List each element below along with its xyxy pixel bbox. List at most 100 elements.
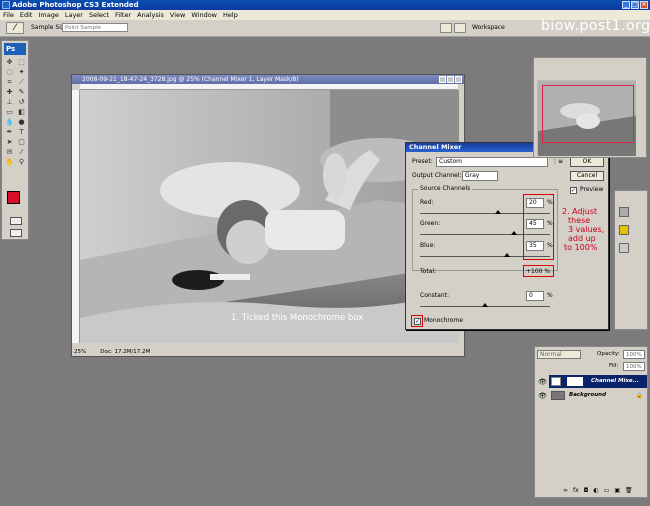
mask-icon[interactable]: ◘ (584, 487, 589, 494)
green-label: Green: (420, 220, 441, 227)
crop-tool-icon[interactable]: ⌗ (4, 78, 15, 87)
adjust-line-4: add up (568, 234, 596, 243)
red-label: Red: (420, 199, 434, 206)
swatch-gray-icon[interactable] (619, 207, 629, 217)
group-icon[interactable]: ▭ (604, 487, 610, 494)
ok-button[interactable]: OK (570, 157, 604, 167)
document-title: 2008-09-21_18-47-24_3728.jpg @ 25% (Chan… (82, 76, 299, 83)
menu-edit[interactable]: Edit (20, 10, 33, 20)
path-select-icon[interactable]: ➤ (4, 138, 15, 147)
opacity-input[interactable]: 100% (623, 350, 645, 359)
history-brush-icon[interactable]: ↺ (16, 98, 27, 107)
shape-tool-icon[interactable]: ▢ (16, 138, 27, 147)
layer-background[interactable]: Background 🔒 (549, 389, 647, 402)
preview-label: Preview (580, 186, 604, 193)
doc-maximize-button[interactable] (447, 76, 454, 83)
visibility-eye-icon[interactable]: 👁 (538, 392, 547, 400)
menu-file[interactable]: File (3, 10, 14, 20)
navigator-view-rect[interactable] (542, 85, 634, 143)
zoom-tool-icon[interactable]: ⚲ (16, 158, 27, 167)
brush-tool-icon[interactable]: ✎ (16, 88, 27, 97)
trash-icon[interactable]: 🗑 (625, 487, 633, 494)
adjust-line-5: to 100% (564, 243, 598, 252)
adjustment-layer-icon (551, 377, 561, 386)
bridge-icon[interactable] (454, 23, 466, 33)
hand-tool-icon[interactable]: ✋ (4, 158, 15, 167)
minimize-button[interactable]: _ (622, 1, 630, 9)
constant-input[interactable]: 0 (526, 291, 544, 301)
menu-window[interactable]: Window (191, 10, 217, 20)
new-layer-icon[interactable]: ▣ (614, 487, 620, 494)
menu-analysis[interactable]: Analysis (137, 10, 164, 20)
zoom-field[interactable]: 25% (74, 348, 86, 356)
maximize-button[interactable]: □ (631, 1, 639, 9)
dialog-title: Channel Mixer (409, 143, 462, 151)
opacity-label: Opacity: (597, 351, 620, 357)
slice-tool-icon[interactable]: ⟋ (16, 78, 27, 87)
menu-filter[interactable]: Filter (115, 10, 131, 20)
layers-panel: Normal Opacity: 100% Fill: 100% 👁 Channe… (534, 346, 648, 498)
blend-mode-select[interactable]: Normal (537, 350, 581, 359)
red-slider-thumb[interactable] (495, 210, 501, 214)
foreground-color-swatch[interactable] (7, 191, 20, 204)
watermark: biow.post1.org (541, 18, 650, 34)
layer-channel-mixer[interactable]: Channel Mixe... (549, 375, 647, 388)
menu-image[interactable]: Image (38, 10, 58, 20)
eyedropper-tool-icon[interactable]: ⁄ (16, 148, 27, 157)
source-channels-label: Source Channels (418, 185, 473, 193)
constant-label: Constant: (420, 292, 449, 299)
preset-select[interactable]: Custom (436, 157, 548, 167)
blue-slider-thumb[interactable] (504, 253, 511, 257)
menu-view[interactable]: View (170, 10, 185, 20)
stamp-tool-icon[interactable]: ⊥ (4, 98, 15, 107)
blur-tool-icon[interactable]: 💧 (4, 118, 15, 127)
close-button[interactable]: × (640, 1, 648, 9)
navigator-thumbnail[interactable] (537, 80, 636, 156)
swatch-light-icon[interactable] (619, 243, 629, 253)
dodge-tool-icon[interactable]: ● (16, 118, 27, 127)
quick-mask-icon[interactable] (10, 217, 22, 225)
gradient-tool-icon[interactable]: ◧ (16, 108, 27, 117)
total-label: Total: (420, 268, 437, 275)
fx-icon[interactable]: fx (573, 487, 579, 494)
screen-mode-icon[interactable] (10, 229, 22, 237)
magic-wand-icon[interactable]: ✦ (16, 68, 27, 77)
lasso-tool-icon[interactable]: ◌ (4, 68, 15, 77)
visibility-eye-icon[interactable]: 👁 (538, 378, 547, 386)
workspace-button[interactable]: Workspace (472, 24, 505, 31)
eyedropper-icon[interactable]: ⁄ (6, 22, 24, 34)
app-icon (2, 1, 10, 9)
healing-tool-icon[interactable]: ✚ (4, 88, 15, 97)
type-tool-icon[interactable]: T (16, 128, 27, 137)
tick-annotation: 1. Ticked this Monochrome box (231, 313, 364, 323)
notes-tool-icon[interactable]: ✉ (4, 148, 15, 157)
preview-checkbox[interactable]: ✓ (570, 187, 577, 194)
vertical-ruler (72, 90, 80, 343)
green-slider-thumb[interactable] (510, 231, 517, 235)
output-channel-select[interactable]: Gray (462, 171, 498, 181)
pen-tool-icon[interactable]: ✒ (4, 128, 15, 137)
doc-close-button[interactable] (455, 76, 462, 83)
adjust-annotation: 2. Adjust these 3 values, add up to 100% (562, 207, 604, 252)
preset-menu-icon[interactable]: ⋮≡ (552, 158, 563, 165)
eraser-tool-icon[interactable]: ▭ (4, 108, 15, 117)
doc-minimize-button[interactable] (439, 76, 446, 83)
move-tool-icon[interactable]: ✥ (4, 58, 15, 67)
constant-slider-thumb[interactable] (482, 303, 488, 307)
layer-mask-thumb (567, 377, 583, 386)
fill-label: Fill: (609, 363, 619, 369)
menu-layer[interactable]: Layer (65, 10, 83, 20)
menu-help[interactable]: Help (223, 10, 238, 20)
link-icon[interactable]: ∞ (563, 487, 568, 494)
adjustment-icon[interactable]: ◐ (593, 487, 598, 494)
dock-icon[interactable] (440, 23, 452, 33)
swatch-yellow-icon[interactable] (619, 225, 629, 235)
marquee-tool-icon[interactable]: ⬚ (16, 58, 27, 67)
monochrome-label: Monochrome (424, 317, 463, 324)
background-thumb (551, 391, 565, 400)
sample-size-select[interactable]: Point Sample (62, 23, 128, 32)
menu-select[interactable]: Select (89, 10, 109, 20)
canvas-photo[interactable] (80, 90, 459, 343)
cancel-button[interactable]: Cancel (570, 171, 604, 181)
fill-input[interactable]: 100% (623, 362, 645, 371)
